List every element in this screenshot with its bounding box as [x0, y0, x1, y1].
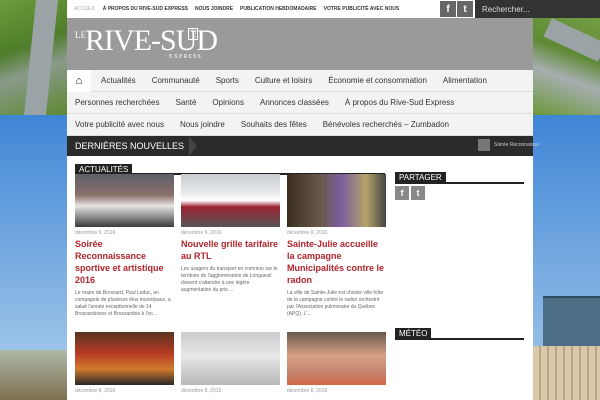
article-date: décembre 9, 2016: [287, 230, 328, 236]
site-header: LE RIVE-SUD .CA EXPRESS: [67, 18, 533, 70]
top-link-nous-joindre[interactable]: NOUS JOINDRE: [195, 6, 233, 12]
background-sky: [0, 115, 67, 350]
nav-item-economie[interactable]: Économie et consommation: [320, 76, 435, 85]
top-link-publicite[interactable]: VOTRE PUBLICITÉ AVEC NOUS: [324, 6, 400, 12]
article-card[interactable]: décembre 8, 2016: [75, 332, 174, 394]
twitter-icon[interactable]: t: [457, 1, 473, 17]
nav-item-culture[interactable]: Culture et loisirs: [247, 76, 320, 85]
article-date: décembre 9, 2016: [75, 230, 116, 236]
article-image[interactable]: [75, 332, 174, 385]
article-image[interactable]: [181, 174, 280, 227]
article-date: décembre 8, 2016: [181, 388, 222, 394]
home-icon[interactable]: ⌂: [67, 69, 91, 92]
nav-item-a-propos[interactable]: À propos du Rive-Sud Express: [337, 98, 462, 107]
search-input[interactable]: Rechercher...: [475, 0, 600, 18]
share-buttons: f t: [395, 186, 427, 200]
section-rule: [395, 338, 524, 340]
top-links: ACCUEIL À PROPOS DU RIVE-SUD EXPRESS NOU…: [67, 0, 399, 18]
logo-ca: .CA: [188, 28, 198, 40]
article-card[interactable]: décembre 8, 2016: [287, 332, 386, 394]
ticker-arrow: [189, 136, 197, 156]
nav-item-alimentation[interactable]: Alimentation: [435, 76, 495, 85]
article-card[interactable]: décembre 9, 2016 Nouvelle grille tarifai…: [181, 174, 280, 294]
background-tower: [543, 296, 600, 346]
nav-item-sante[interactable]: Santé: [168, 98, 205, 107]
nav-item-sports[interactable]: Sports: [208, 76, 247, 85]
article-card[interactable]: décembre 9, 2016 Soirée Reconnaissance s…: [75, 174, 174, 318]
article-title[interactable]: Sainte-Julie accueille la campagne Munic…: [287, 238, 386, 286]
nav-row-1: ⌂ Actualités Communauté Sports Culture e…: [67, 69, 533, 92]
nav-item-personnes[interactable]: Personnes recherchées: [67, 98, 168, 107]
article-image[interactable]: [181, 332, 280, 385]
top-bar: ACCUEIL À PROPOS DU RIVE-SUD EXPRESS NOU…: [67, 0, 600, 18]
nav-row-3: Votre publicité avec nous Nous joindre S…: [67, 114, 533, 136]
nav-item-communaute[interactable]: Communauté: [144, 76, 208, 85]
main-content: DERNIÈRES NOUVELLES Soirée Reconnaissa A…: [67, 136, 539, 400]
article-date: décembre 8, 2016: [287, 388, 328, 394]
nav-row-2: Personnes recherchées Santé Opinions Ann…: [67, 92, 533, 114]
main-nav: ⌂ Actualités Communauté Sports Culture e…: [67, 69, 533, 136]
news-ticker: DERNIÈRES NOUVELLES Soirée Reconnaissa: [67, 136, 539, 156]
article-date: décembre 9, 2016: [181, 230, 222, 236]
nav-item-benevoles[interactable]: Bénévoles recherchés – Zumbadon: [315, 120, 457, 129]
ticker-thumbnail[interactable]: [478, 139, 490, 151]
article-date: décembre 8, 2016: [75, 388, 116, 394]
facebook-share-icon[interactable]: f: [395, 186, 409, 200]
nav-item-annonces[interactable]: Annonces classées: [252, 98, 337, 107]
top-link-publication[interactable]: PUBLICATION HEBDOMADAIRE: [240, 6, 317, 12]
facebook-icon[interactable]: f: [440, 1, 456, 17]
nav-item-actualites[interactable]: Actualités: [93, 76, 144, 85]
top-link-a-propos[interactable]: À PROPOS DU RIVE-SUD EXPRESS: [103, 6, 188, 12]
article-image[interactable]: [287, 332, 386, 385]
twitter-share-icon[interactable]: t: [411, 186, 425, 200]
article-excerpt: Le maire de Brossard, Paul Leduc, en com…: [75, 290, 171, 317]
article-image[interactable]: [75, 174, 174, 227]
article-excerpt: La ville de Sainte-Julie est choisie vil…: [287, 290, 384, 317]
article-title[interactable]: Soirée Reconnaissance sportive et artist…: [75, 238, 174, 286]
background-building: [533, 346, 600, 400]
ticker-headline[interactable]: Soirée Reconnaissa: [494, 142, 539, 148]
nav-item-opinions[interactable]: Opinions: [204, 98, 252, 107]
nav-item-nous-joindre[interactable]: Nous joindre: [172, 120, 233, 129]
background-right: [533, 0, 600, 400]
ticker-label: DERNIÈRES NOUVELLES: [75, 141, 185, 151]
article-card[interactable]: décembre 8, 2016: [181, 332, 280, 394]
article-card[interactable]: décembre 9, 2016 Sainte-Julie accueille …: [287, 174, 386, 318]
nav-item-publicite[interactable]: Votre publicité avec nous: [67, 120, 172, 129]
article-excerpt: Les usagers du transport en commun sur l…: [181, 266, 278, 293]
section-rule: [395, 182, 524, 184]
background-city: [0, 350, 67, 400]
nav-item-souhaits[interactable]: Souhaits des fêtes: [233, 120, 315, 129]
logo-express: EXPRESS: [169, 54, 202, 60]
top-social: f t: [440, 1, 474, 17]
background-left: [0, 0, 67, 400]
top-link-accueil[interactable]: ACCUEIL: [74, 6, 96, 12]
article-title[interactable]: Nouvelle grille tarifaire au RTL: [181, 238, 280, 262]
article-image[interactable]: [287, 174, 386, 227]
